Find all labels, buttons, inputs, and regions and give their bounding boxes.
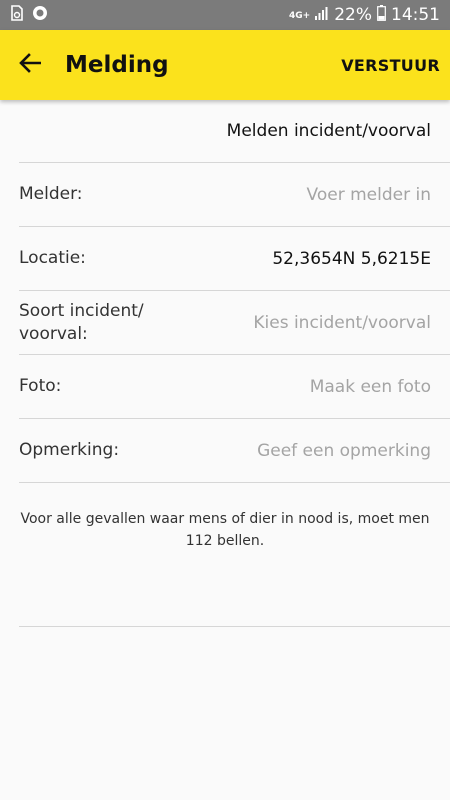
sim-card-icon bbox=[10, 5, 24, 25]
incident-type-row[interactable]: Soort incident/ voorval: Kies incident/v… bbox=[19, 291, 450, 355]
photo-label: Foto: bbox=[19, 376, 62, 396]
remark-input[interactable]: Geef een opmerking bbox=[257, 441, 431, 461]
back-button[interactable] bbox=[0, 30, 60, 100]
status-bar: 4G+ 22% 14:51 bbox=[0, 0, 450, 30]
photo-row[interactable]: Foto: Maak een foto bbox=[19, 355, 450, 419]
page-title: Melding bbox=[65, 52, 169, 78]
location-value[interactable]: 52,3654N 5,6215E bbox=[272, 249, 431, 269]
send-button[interactable]: VERSTUUR bbox=[341, 56, 440, 75]
report-form: Melden incident/voorval Melder: Voer mel… bbox=[19, 100, 450, 627]
vodafone-icon bbox=[32, 5, 48, 25]
network-type: 4G+ bbox=[289, 10, 311, 21]
incident-type-select[interactable]: Kies incident/voorval bbox=[253, 313, 431, 333]
status-left bbox=[10, 5, 48, 25]
incident-type-label: Soort incident/ voorval: bbox=[19, 300, 144, 344]
remark-label: Opmerking: bbox=[19, 440, 120, 460]
reporter-row[interactable]: Melder: Voer melder in bbox=[19, 163, 450, 227]
clock: 14:51 bbox=[391, 5, 440, 25]
location-row[interactable]: Locatie: 52,3654N 5,6215E bbox=[19, 227, 450, 291]
remark-row[interactable]: Opmerking: Geef een opmerking bbox=[19, 419, 450, 483]
battery-icon bbox=[377, 4, 386, 26]
battery-percent: 22% bbox=[334, 5, 372, 25]
reporter-input[interactable]: Voer melder in bbox=[307, 185, 431, 205]
location-label: Locatie: bbox=[19, 248, 86, 268]
form-subtitle: Melden incident/voorval bbox=[19, 100, 450, 163]
signal-icon bbox=[315, 5, 329, 25]
app-bar: Melding VERSTUUR bbox=[0, 30, 450, 100]
arrow-back-icon bbox=[19, 53, 42, 77]
reporter-label: Melder: bbox=[19, 184, 83, 204]
status-right: 4G+ 22% 14:51 bbox=[289, 4, 440, 26]
photo-button[interactable]: Maak een foto bbox=[310, 377, 431, 397]
emergency-notice: Voor alle gevallen waar mens of dier in … bbox=[19, 483, 450, 627]
